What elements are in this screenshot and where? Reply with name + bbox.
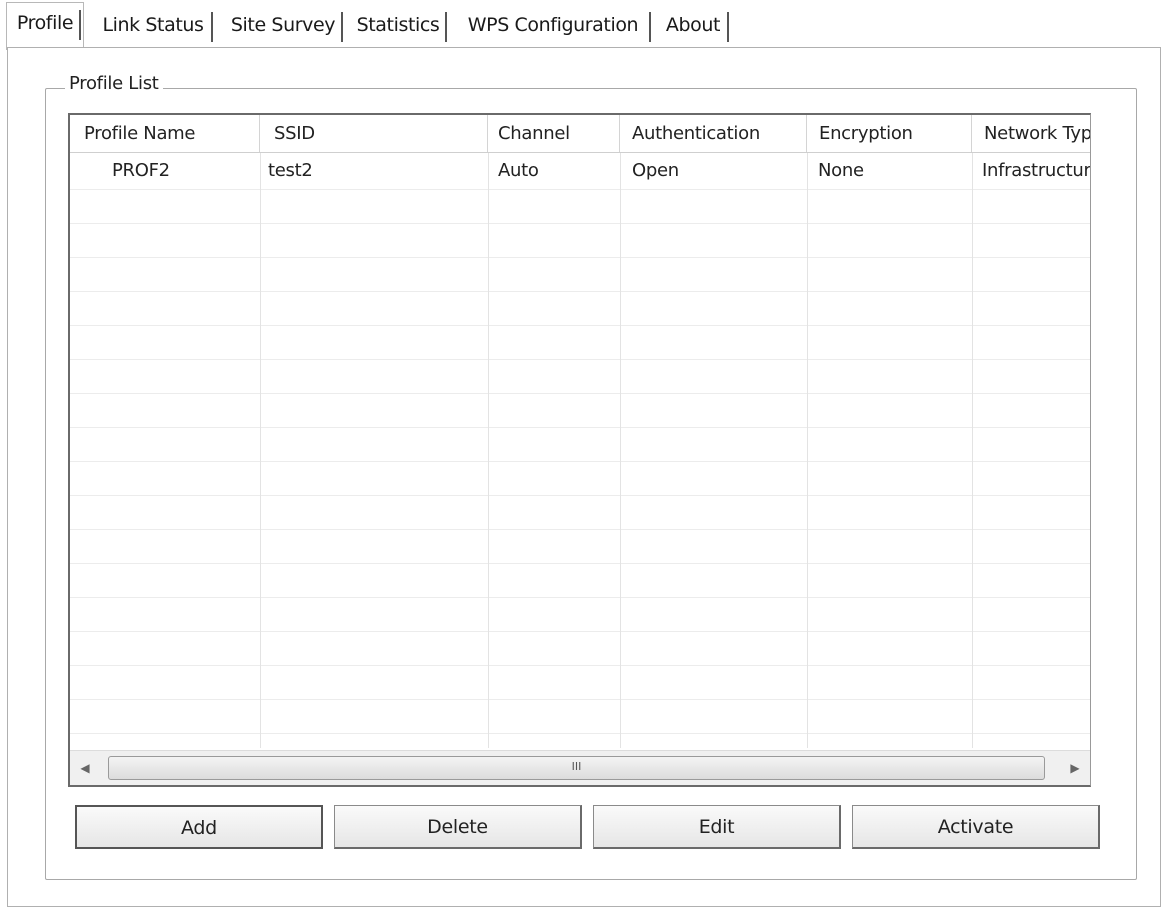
tab-wps-configuration[interactable]: WPS Configuration bbox=[458, 8, 651, 42]
grid-line bbox=[70, 359, 1090, 360]
column-header-authentication[interactable]: Authentication bbox=[620, 115, 807, 152]
grid-line bbox=[70, 563, 1090, 564]
grid-line bbox=[70, 495, 1090, 496]
profile-list-label: Profile List bbox=[65, 73, 163, 94]
grid-line bbox=[70, 427, 1090, 428]
grid-line bbox=[70, 291, 1090, 292]
column-header-network-type[interactable]: Network Type bbox=[972, 115, 1090, 152]
grid-line bbox=[972, 153, 973, 748]
tab-profile[interactable]: Profile bbox=[6, 2, 84, 50]
grid-line bbox=[70, 733, 1090, 734]
profile-list-view[interactable]: Profile Name SSID Channel Authentication… bbox=[68, 113, 1091, 787]
tab-strip: Profile Link Status Site Survey Statisti… bbox=[0, 0, 1168, 50]
cell-encryption: None bbox=[818, 160, 864, 181]
grid-line bbox=[807, 153, 808, 748]
grid-line bbox=[70, 223, 1090, 224]
column-header-ssid[interactable]: SSID bbox=[260, 115, 488, 152]
grid-line bbox=[70, 325, 1090, 326]
edit-button[interactable]: Edit bbox=[593, 805, 841, 849]
cell-authentication: Open bbox=[632, 160, 679, 181]
grid-line bbox=[70, 631, 1090, 632]
add-button[interactable]: Add bbox=[75, 805, 323, 849]
horizontal-scrollbar[interactable]: ◀ III ▶ bbox=[70, 750, 1090, 785]
column-header-channel[interactable]: Channel bbox=[488, 115, 620, 152]
tab-about[interactable]: About bbox=[660, 8, 729, 42]
tab-statistics[interactable]: Statistics bbox=[352, 8, 447, 42]
cell-profile-name: PROF2 bbox=[112, 160, 170, 181]
activate-button[interactable]: Activate bbox=[852, 805, 1100, 849]
grid-line bbox=[70, 699, 1090, 700]
grid-line bbox=[488, 153, 489, 748]
cell-ssid: test2 bbox=[268, 160, 313, 181]
delete-button[interactable]: Delete bbox=[334, 805, 582, 849]
list-header: Profile Name SSID Channel Authentication… bbox=[70, 115, 1090, 153]
grid-line bbox=[70, 257, 1090, 258]
grid-line bbox=[620, 153, 621, 748]
tab-site-survey[interactable]: Site Survey bbox=[226, 8, 343, 42]
column-header-encryption[interactable]: Encryption bbox=[807, 115, 972, 152]
list-body: PROF2 test2 Auto Open None Infrastructur… bbox=[70, 153, 1090, 748]
scroll-right-icon[interactable]: ▶ bbox=[1060, 751, 1090, 785]
grid-line bbox=[70, 189, 1090, 190]
grid-line bbox=[70, 529, 1090, 530]
scroll-left-icon[interactable]: ◀ bbox=[70, 751, 100, 785]
grid-line bbox=[260, 153, 261, 748]
column-header-profile-name[interactable]: Profile Name bbox=[70, 115, 260, 152]
cell-channel: Auto bbox=[498, 160, 539, 181]
grid-line bbox=[70, 461, 1090, 462]
grid-line bbox=[70, 393, 1090, 394]
table-row[interactable]: PROF2 test2 Auto Open None Infrastructur… bbox=[70, 153, 1090, 189]
tab-link-status[interactable]: Link Status bbox=[96, 8, 213, 42]
grid-line bbox=[70, 665, 1090, 666]
grid-line bbox=[70, 597, 1090, 598]
scroll-thumb[interactable]: III bbox=[108, 756, 1045, 780]
cell-network-type: Infrastructure bbox=[982, 160, 1091, 181]
